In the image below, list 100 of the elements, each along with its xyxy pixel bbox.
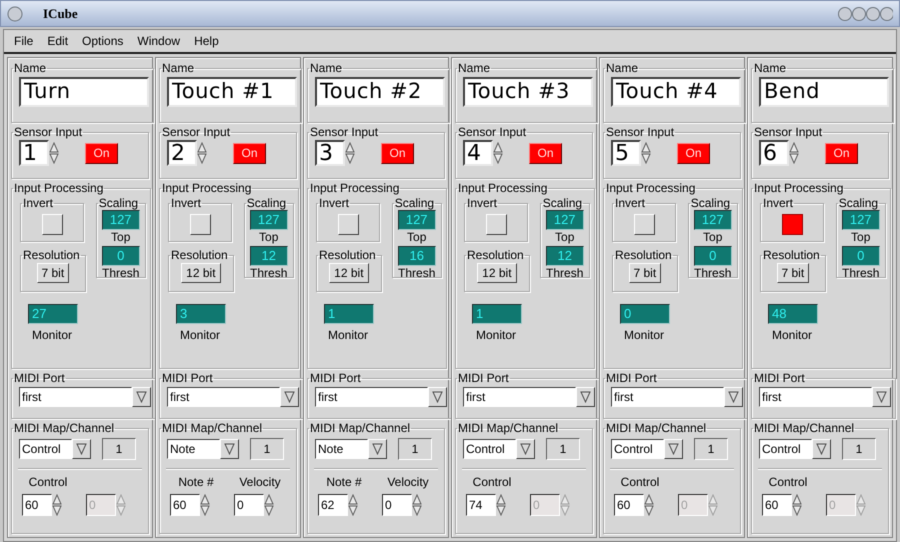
- menu-item[interactable]: Help: [188, 32, 225, 50]
- spinner-icon[interactable]: [345, 142, 355, 164]
- group-label: MIDI Port: [13, 371, 66, 385]
- dropdown-arrow-button[interactable]: [72, 439, 91, 459]
- spinner-icon[interactable]: [264, 494, 274, 516]
- name-field[interactable]: Turn: [19, 77, 149, 107]
- param-field[interactable]: 60: [22, 494, 52, 516]
- group-label: Invert: [614, 196, 646, 210]
- dropdown-arrow-button[interactable]: [724, 387, 743, 407]
- param-field[interactable]: 74: [466, 494, 496, 516]
- map-field[interactable]: Control: [19, 439, 72, 459]
- sensor-field[interactable]: 2: [167, 140, 197, 166]
- param-field[interactable]: 0: [382, 494, 412, 516]
- menu-item[interactable]: Edit: [41, 32, 74, 50]
- spinner-icon[interactable]: [412, 494, 422, 516]
- name-field[interactable]: Touch #3: [463, 77, 593, 107]
- port-field[interactable]: first: [463, 387, 576, 407]
- param-field[interactable]: 60: [170, 494, 200, 516]
- name-field[interactable]: Touch #4: [611, 77, 741, 107]
- group-label: Input Processing: [753, 181, 844, 195]
- resolution-button[interactable]: 12 bit: [477, 263, 517, 283]
- dropdown-arrow-button[interactable]: [664, 439, 683, 459]
- monitor-label: Monitor: [772, 328, 812, 342]
- top-display: 127: [102, 210, 140, 230]
- group-label: MIDI Port: [753, 371, 806, 385]
- name-field[interactable]: Touch #2: [315, 77, 445, 107]
- map-field[interactable]: Control: [463, 439, 516, 459]
- spinner-icon[interactable]: [641, 142, 651, 164]
- menu-item[interactable]: File: [8, 32, 40, 50]
- group-label: Name: [161, 61, 196, 75]
- resolution-button[interactable]: 12 bit: [181, 263, 221, 283]
- channel-field: 1: [398, 438, 432, 460]
- menu-item[interactable]: Window: [131, 32, 186, 50]
- group-label: MIDI Map/Channel: [753, 421, 856, 435]
- port-field[interactable]: first: [167, 387, 280, 407]
- group-label: Sensor Input: [161, 125, 232, 139]
- spinner-icon[interactable]: [493, 142, 503, 164]
- map-field[interactable]: Note: [167, 439, 220, 459]
- resolution-button[interactable]: 7 bit: [36, 263, 70, 283]
- spinner-icon[interactable]: [789, 142, 799, 164]
- param-field[interactable]: 62: [318, 494, 348, 516]
- param-field[interactable]: 60: [614, 494, 644, 516]
- spinner-icon[interactable]: [496, 494, 506, 516]
- port-field[interactable]: first: [759, 387, 872, 407]
- name-field[interactable]: Touch #1: [167, 77, 297, 107]
- sensor-field[interactable]: 1: [19, 140, 49, 166]
- window-buttons-icon[interactable]: [837, 6, 893, 22]
- port-field[interactable]: first: [315, 387, 428, 407]
- channel-field: 1: [102, 438, 136, 460]
- dropdown-arrow-button[interactable]: [220, 439, 239, 459]
- resolution-button[interactable]: 12 bit: [329, 263, 369, 283]
- group-label: Sensor Input: [457, 125, 528, 139]
- dropdown-arrow-button[interactable]: [368, 439, 387, 459]
- sensor-field[interactable]: 5: [611, 140, 641, 166]
- thresh-label: Thresh: [250, 266, 288, 280]
- spinner-icon[interactable]: [52, 494, 62, 516]
- top-label: Top: [851, 230, 870, 244]
- resolution-button[interactable]: 7 bit: [776, 263, 810, 283]
- group-label: Name: [753, 61, 788, 75]
- sensor-field[interactable]: 3: [315, 140, 345, 166]
- group-label: Name: [605, 61, 640, 75]
- spinner-icon[interactable]: [200, 494, 210, 516]
- menu-item[interactable]: Options: [76, 32, 130, 50]
- spinner-icon[interactable]: [197, 142, 207, 164]
- spinner-icon[interactable]: [49, 142, 59, 164]
- sensor-field[interactable]: 6: [759, 140, 789, 166]
- param-field[interactable]: 0: [234, 494, 264, 516]
- group-label: Invert: [318, 196, 350, 210]
- dropdown-arrow-button[interactable]: [812, 439, 831, 459]
- group-label: Input Processing: [457, 181, 548, 195]
- resolution-button[interactable]: 7 bit: [628, 263, 662, 283]
- top-label: Top: [259, 230, 278, 244]
- thresh-label: Thresh: [546, 266, 584, 280]
- dropdown-arrow-button[interactable]: [576, 387, 595, 407]
- map-field[interactable]: Control: [611, 439, 664, 459]
- name-field[interactable]: Bend: [759, 77, 889, 107]
- top-display: 127: [398, 210, 436, 230]
- group-label: MIDI Port: [605, 371, 658, 385]
- dropdown-arrow-button[interactable]: [280, 387, 299, 407]
- dropdown-arrow-button[interactable]: [872, 387, 891, 407]
- window-menu-icon[interactable]: [7, 6, 23, 22]
- param-field[interactable]: 60: [762, 494, 792, 516]
- top-label: Top: [555, 230, 574, 244]
- dropdown-arrow-button[interactable]: [428, 387, 447, 407]
- spinner-icon[interactable]: [644, 494, 654, 516]
- caret-icon: [372, 443, 383, 455]
- spinner-icon[interactable]: [792, 494, 802, 516]
- dropdown-arrow-button[interactable]: [516, 439, 535, 459]
- group-label: Input Processing: [161, 181, 252, 195]
- port-field[interactable]: first: [19, 387, 132, 407]
- sensor-field[interactable]: 4: [463, 140, 493, 166]
- invert-button[interactable]: [782, 214, 802, 235]
- caret-icon: [816, 443, 827, 455]
- map-field[interactable]: Control: [759, 439, 812, 459]
- spinner-icon[interactable]: [348, 494, 358, 516]
- map-field[interactable]: Note: [315, 439, 368, 459]
- port-field[interactable]: first: [611, 387, 724, 407]
- group-label: Name: [309, 61, 344, 75]
- param-label: Control: [768, 475, 808, 489]
- dropdown-arrow-button[interactable]: [132, 387, 151, 407]
